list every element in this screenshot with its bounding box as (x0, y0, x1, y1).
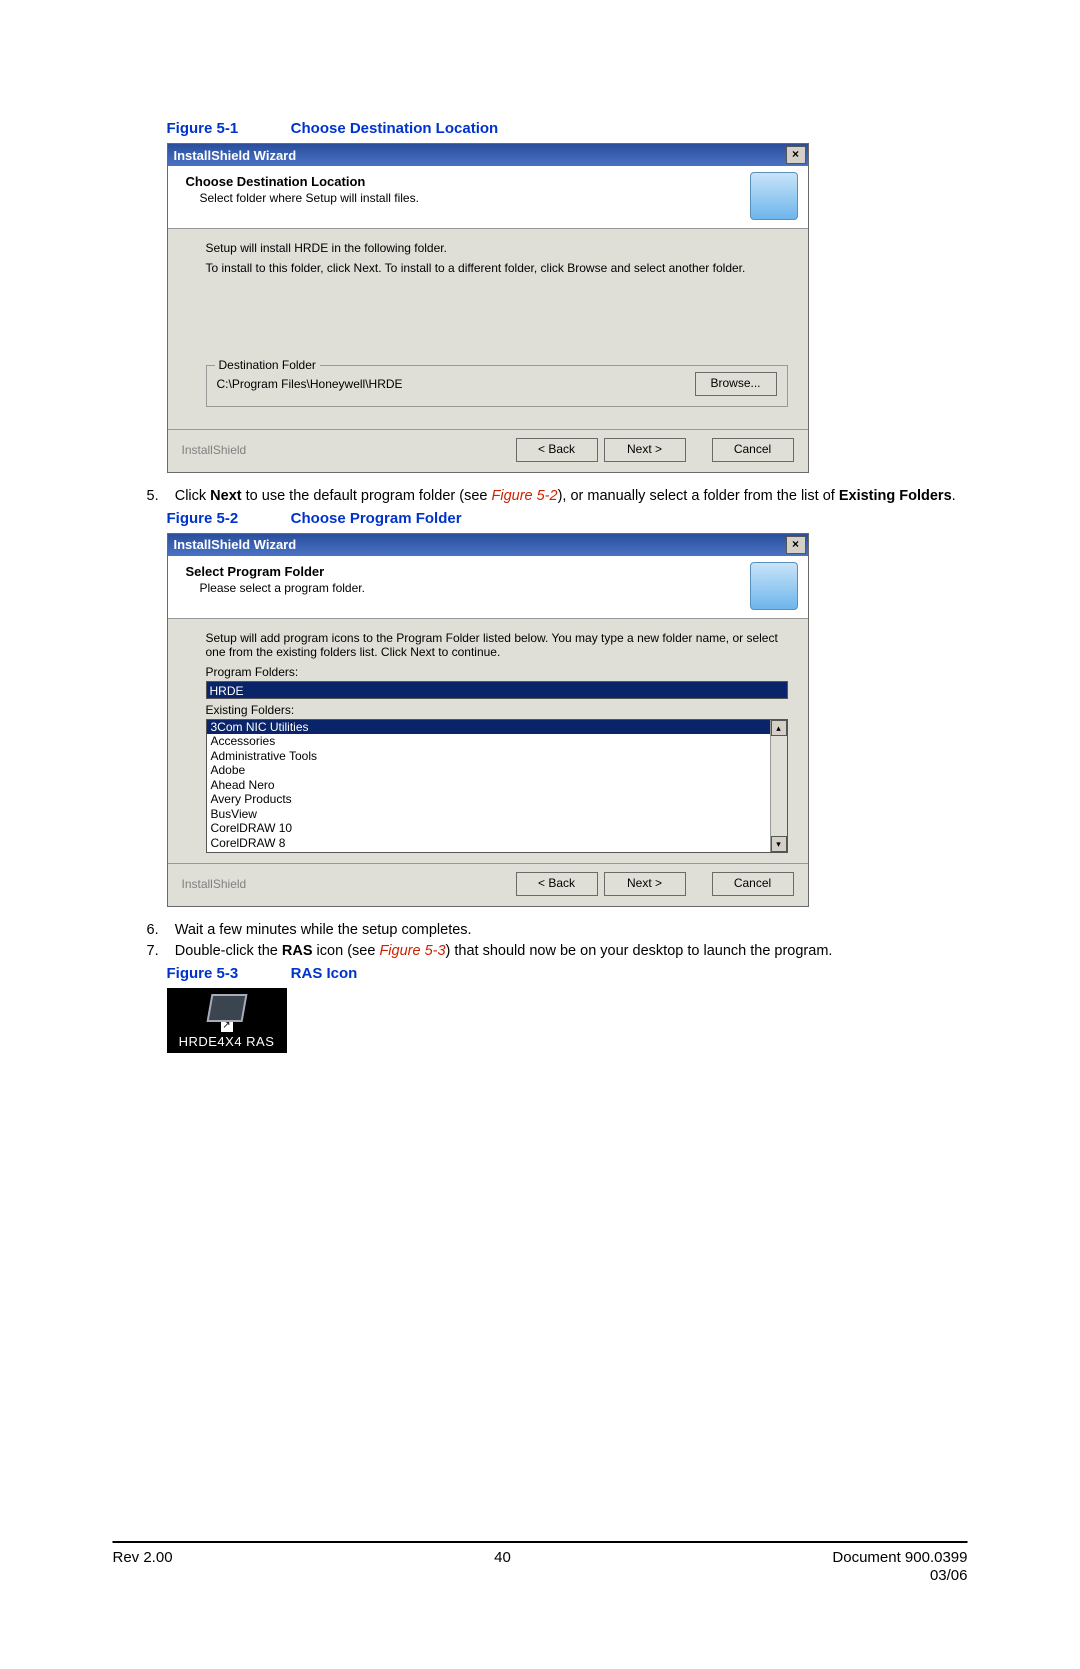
step-5: 5. Click Next to use the default program… (147, 487, 968, 506)
step-6: 6. Wait a few minutes while the setup co… (147, 921, 968, 940)
installer-icon (750, 562, 798, 610)
close-icon[interactable]: × (786, 536, 806, 554)
cancel-button[interactable]: Cancel (712, 438, 794, 462)
list-item[interactable]: Administrative Tools (207, 749, 771, 764)
destination-folder-group: Destination Folder C:\Program Files\Hone… (206, 365, 788, 407)
next-button[interactable]: Next > (604, 872, 686, 896)
page-footer: Rev 2.00 40 Document 900.0399 03/06 (113, 1541, 968, 1585)
brand-label: InstallShield (182, 443, 247, 457)
fig1-caption: Figure 5-1 Choose Destination Location (167, 120, 968, 137)
step-7-text-e: ) that should now be on your desktop to … (446, 943, 833, 959)
dialog-select-program-folder: InstallShield Wizard × Select Program Fo… (167, 533, 809, 907)
back-button[interactable]: < Back (516, 872, 598, 896)
footer-doc: Document 900.0399 (832, 1549, 967, 1567)
scroll-up-icon[interactable]: ▴ (771, 720, 787, 736)
dialog-choose-destination: InstallShield Wizard × Choose Destinatio… (167, 143, 809, 473)
step-7-text-a: Double-click the (175, 943, 282, 959)
step-5-text-g: . (952, 488, 956, 504)
list-item[interactable]: Avery Products (207, 792, 771, 807)
next-button[interactable]: Next > (604, 438, 686, 462)
monitor-icon (206, 994, 247, 1022)
step-5-text-e: ), or manually select a folder from the … (558, 488, 839, 504)
fig1-number: Figure 5-1 (167, 120, 287, 137)
program-folders-label: Program Folders: (206, 665, 788, 679)
window-title: InstallShield Wizard (174, 537, 297, 552)
footer-rev: Rev 2.00 (113, 1549, 173, 1585)
fig3-number: Figure 5-3 (167, 965, 287, 982)
footer-page-number: 40 (173, 1549, 833, 1585)
ras-icon-label: HRDE4X4 RAS (167, 1034, 287, 1049)
dialog-body: Setup will install HRDE in the following… (168, 229, 808, 429)
step-5-num: 5. (147, 488, 159, 504)
list-item[interactable]: CorelDRAW 8 (207, 836, 771, 851)
header-title: Choose Destination Location (186, 174, 796, 189)
fig3-caption: Figure 5-3 RAS Icon (167, 965, 968, 982)
body-line1: Setup will install HRDE in the following… (206, 241, 788, 255)
fig3-title: RAS Icon (291, 965, 358, 982)
header-title: Select Program Folder (186, 564, 796, 579)
cancel-button[interactable]: Cancel (712, 872, 794, 896)
step-6-num: 6. (147, 922, 159, 938)
fig2-title: Choose Program Folder (291, 510, 462, 527)
dialog-footer: InstallShield < Back Next > Cancel (168, 429, 808, 472)
step-5-bold-existing: Existing Folders (839, 488, 952, 504)
existing-folders-list[interactable]: 3Com NIC UtilitiesAccessoriesAdministrat… (206, 719, 788, 853)
fig1-title: Choose Destination Location (291, 120, 499, 137)
header-subtitle: Select folder where Setup will install f… (200, 191, 796, 205)
browse-button[interactable]: Browse... (695, 372, 777, 396)
list-item[interactable]: Accessories (207, 734, 771, 749)
list-item[interactable]: Ahead Nero (207, 778, 771, 793)
scrollbar[interactable]: ▴ ▾ (770, 720, 787, 852)
list-item[interactable]: Adobe (207, 763, 771, 778)
brand-label: InstallShield (182, 877, 247, 891)
installer-icon (750, 172, 798, 220)
group-legend: Destination Folder (215, 358, 320, 372)
step-7-bold-ras: RAS (282, 943, 313, 959)
step-5-text-c: to use the default program folder (see (242, 488, 492, 504)
list-item[interactable]: CorelDRAW 10 (207, 821, 771, 836)
fig2-number: Figure 5-2 (167, 510, 287, 527)
ras-desktop-icon[interactable]: ↗ HRDE4X4 RAS (167, 988, 287, 1053)
step-7-text-c: icon (see (313, 943, 380, 959)
existing-folders-label: Existing Folders: (206, 703, 788, 717)
step-5-text-a: Click (175, 488, 210, 504)
header-subtitle: Please select a program folder. (200, 581, 796, 595)
dialog-header: Select Program Folder Please select a pr… (168, 556, 808, 619)
step-6-text: Wait a few minutes while the setup compl… (175, 922, 472, 938)
figure-ref-5-3: Figure 5-3 (379, 943, 445, 959)
footer-date: 03/06 (832, 1567, 967, 1585)
program-folder-input[interactable]: HRDE (206, 681, 788, 699)
titlebar: InstallShield Wizard × (168, 144, 808, 166)
list-item[interactable]: 3Com NIC Utilities (207, 720, 771, 735)
destination-path: C:\Program Files\Honeywell\HRDE (217, 377, 685, 391)
titlebar: InstallShield Wizard × (168, 534, 808, 556)
dialog-body: Setup will add program icons to the Prog… (168, 619, 808, 863)
list-item[interactable]: BusView (207, 807, 771, 822)
step-7-num: 7. (147, 943, 159, 959)
body-line2: To install to this folder, click Next. T… (206, 261, 788, 275)
figure-ref-5-2: Figure 5-2 (491, 488, 557, 504)
dialog-footer: InstallShield < Back Next > Cancel (168, 863, 808, 906)
close-icon[interactable]: × (786, 146, 806, 164)
fig2-caption: Figure 5-2 Choose Program Folder (167, 510, 968, 527)
dialog-header: Choose Destination Location Select folde… (168, 166, 808, 229)
window-title: InstallShield Wizard (174, 148, 297, 163)
step-7: 7. Double-click the RAS icon (see Figure… (147, 942, 968, 961)
body-line1: Setup will add program icons to the Prog… (206, 631, 788, 659)
step-5-bold-next: Next (210, 488, 241, 504)
back-button[interactable]: < Back (516, 438, 598, 462)
scroll-down-icon[interactable]: ▾ (771, 836, 787, 852)
